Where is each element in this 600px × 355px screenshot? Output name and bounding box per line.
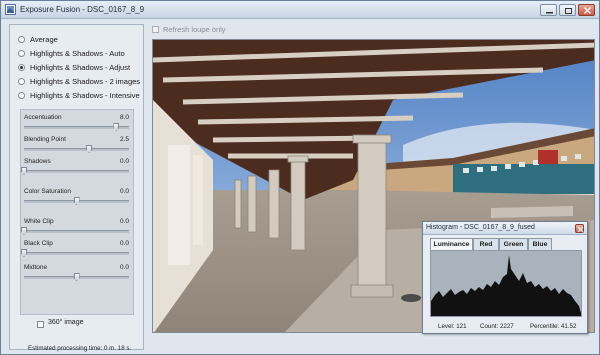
radio-button[interactable]: [18, 77, 25, 85]
window-title: Exposure Fusion - DSC_0167_8_9: [20, 5, 145, 14]
app-window: Exposure Fusion - DSC_0167_8_9 Average H…: [0, 0, 600, 355]
mode-label: Highlights & Shadows - Adjust: [30, 62, 131, 72]
restore-icon: [565, 8, 572, 14]
slider-track[interactable]: [24, 252, 129, 255]
slider-label: Color Saturation: [24, 188, 71, 195]
slider-track[interactable]: [24, 230, 129, 233]
slider-label: White Clip: [24, 218, 54, 225]
mode-option-hs-2-images[interactable]: Highlights & Shadows - 2 images: [18, 75, 140, 87]
restore-button[interactable]: [559, 4, 576, 16]
mode-label: Highlights & Shadows - Auto: [30, 48, 125, 58]
slider-track[interactable]: [24, 170, 129, 173]
slider-value: 0.0: [119, 264, 129, 271]
close-button[interactable]: [578, 4, 595, 16]
slider-thumb[interactable]: [21, 249, 27, 257]
slider-thumb[interactable]: [86, 145, 93, 153]
slider-group: Accentuation 8.0 Blending Point 2.5 Shad…: [20, 109, 134, 315]
radio-button[interactable]: [18, 49, 25, 57]
radio-button[interactable]: [18, 63, 25, 71]
tab-blue[interactable]: Blue: [528, 238, 552, 250]
slider-label: Blending Point: [24, 136, 66, 143]
minimize-icon: [546, 12, 553, 14]
tab-green[interactable]: Green: [499, 238, 528, 250]
slider-thumb[interactable]: [73, 197, 80, 205]
close-icon: [577, 226, 584, 233]
mode-option-average[interactable]: Average: [18, 33, 58, 45]
360-image-checkbox[interactable]: [37, 321, 44, 328]
mode-label: Highlights & Shadows - 2 images: [30, 76, 141, 86]
histogram-graph: [431, 255, 581, 316]
slider-track[interactable]: [24, 148, 129, 151]
refresh-loupe-label: Refresh loupe only: [163, 25, 226, 34]
histogram-window: Histogram - DSC_0167_8_9_fused Luminance…: [422, 221, 588, 334]
mode-option-hs-intensive[interactable]: Highlights & Shadows - Intensive: [18, 89, 140, 101]
slider-shadows: Shadows 0.0: [21, 156, 133, 184]
slider-label: Black Clip: [24, 240, 53, 247]
mode-option-hs-auto[interactable]: Highlights & Shadows - Auto: [18, 47, 125, 59]
radio-button[interactable]: [18, 91, 25, 99]
slider-label: Accentuation: [24, 114, 62, 121]
app-icon: [5, 4, 16, 15]
360-image-label: 360° image: [48, 319, 84, 326]
slider-label: Shadows: [24, 158, 51, 165]
slider-track[interactable]: [24, 126, 129, 129]
histogram-title: Histogram - DSC_0167_8_9_fused: [426, 224, 535, 231]
slider-value: 2.5: [119, 136, 129, 143]
histogram-plot[interactable]: [430, 250, 582, 317]
slider-thumb[interactable]: [21, 227, 27, 235]
histogram-percentile: Percentile: 41.52: [530, 323, 577, 330]
histogram-title-bar[interactable]: Histogram - DSC_0167_8_9_fused: [423, 222, 587, 235]
slider-value: 8.0: [119, 114, 129, 121]
slider-label: Midtone: [24, 264, 48, 271]
title-bar[interactable]: Exposure Fusion - DSC_0167_8_9: [1, 1, 599, 19]
processing-time-estimate: Estimated processing time: 0 m. 18 s.: [28, 345, 132, 352]
minimize-button[interactable]: [540, 4, 557, 16]
histogram-count: Count: 2227: [480, 323, 514, 330]
slider-value: 0.0: [119, 158, 129, 165]
mode-label: Average: [30, 34, 58, 44]
slider-color-saturation: Color Saturation 0.0: [21, 186, 133, 214]
radio-button[interactable]: [18, 35, 25, 43]
slider-thumb[interactable]: [21, 167, 27, 175]
tab-red[interactable]: Red: [473, 238, 499, 250]
settings-panel: Average Highlights & Shadows - Auto High…: [9, 24, 144, 352]
slider-thumb[interactable]: [73, 273, 80, 281]
histogram-level: Level: 121: [438, 323, 467, 330]
slider-thumb[interactable]: [113, 123, 120, 131]
slider-value: 0.0: [119, 240, 129, 247]
slider-value: 0.0: [119, 218, 129, 225]
refresh-loupe-checkbox[interactable]: [152, 26, 159, 33]
close-icon: [584, 7, 591, 14]
mode-option-hs-adjust[interactable]: Highlights & Shadows - Adjust: [18, 61, 130, 73]
slider-value: 0.0: [119, 188, 129, 195]
mode-label: Highlights & Shadows - Intensive: [30, 90, 140, 100]
slider-midtone: Midtone 0.0: [21, 262, 133, 290]
histogram-close-button[interactable]: [575, 224, 584, 233]
